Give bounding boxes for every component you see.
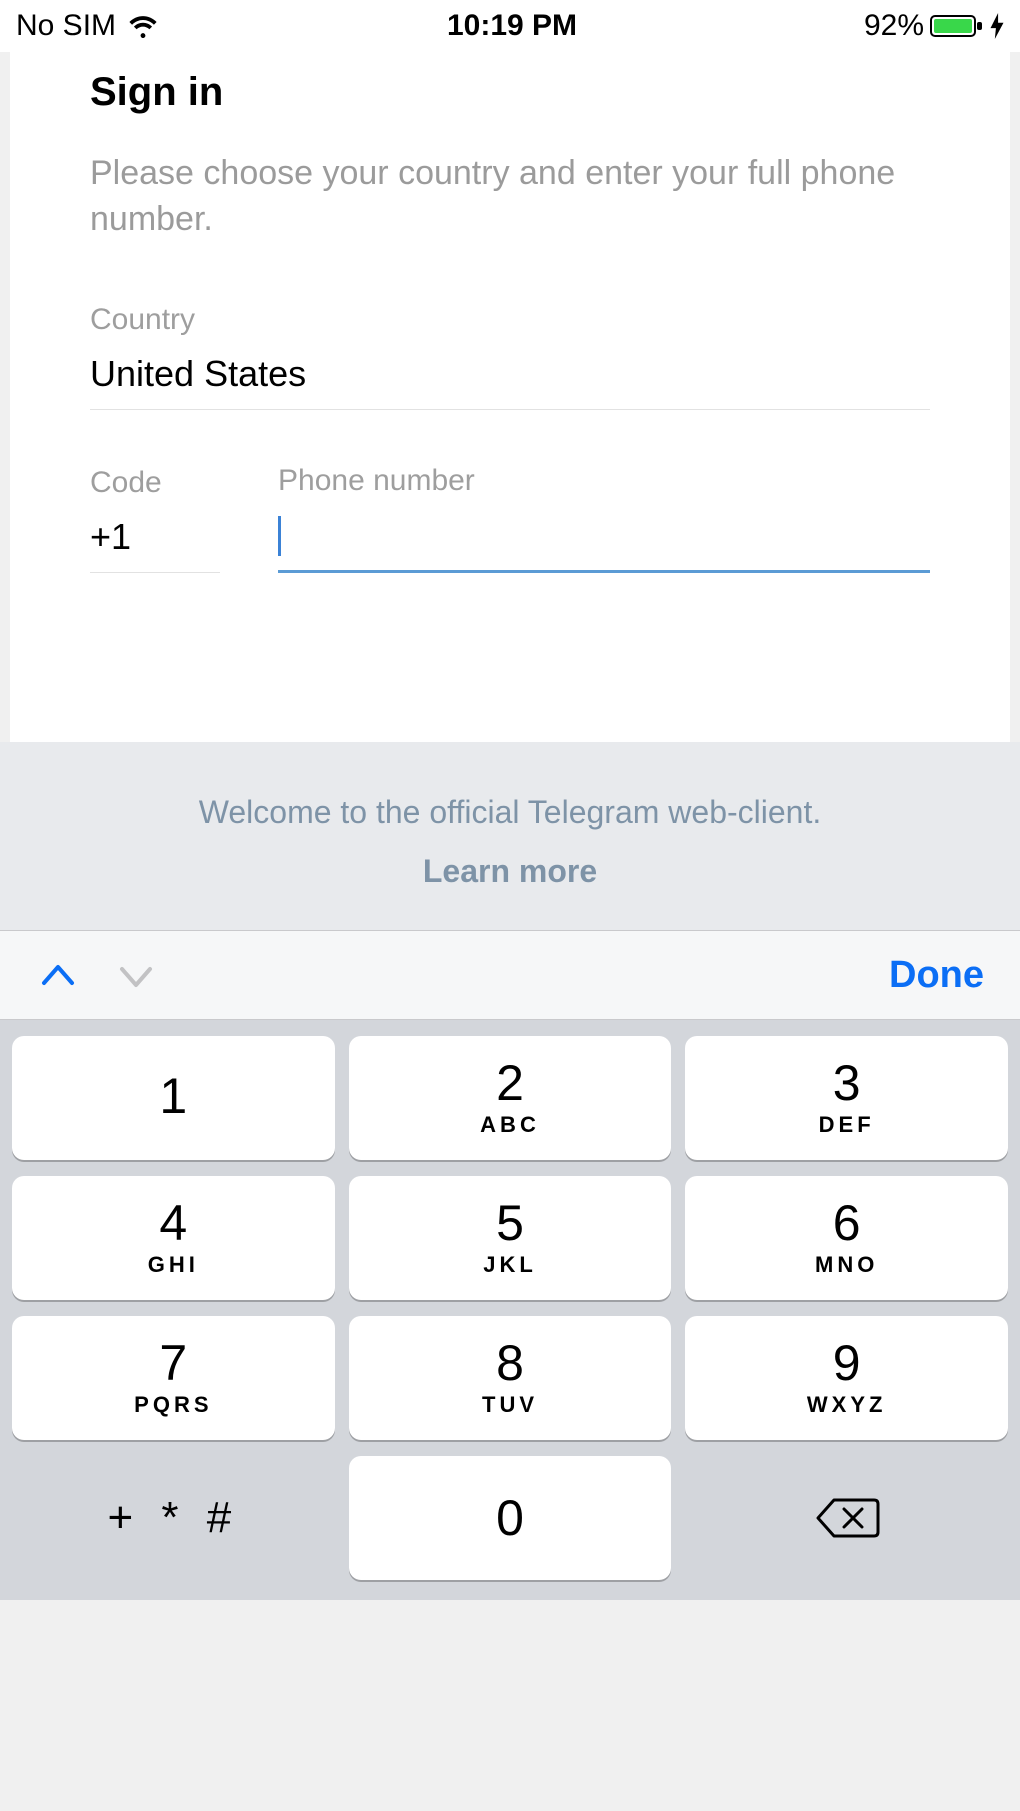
status-left: No SIM	[16, 9, 160, 43]
instructions-text: Please choose your country and enter you…	[90, 151, 930, 243]
keyboard-accessory: Done	[0, 930, 1020, 1020]
country-label: Country	[90, 303, 930, 337]
battery-icon	[930, 13, 984, 39]
code-label: Code	[90, 466, 220, 500]
phone-input[interactable]	[278, 514, 930, 573]
text-cursor	[278, 516, 281, 556]
phone-label: Phone number	[278, 464, 930, 498]
key-8[interactable]: 8TUV	[349, 1316, 672, 1440]
key-1[interactable]: 1	[12, 1036, 335, 1160]
key-backspace[interactable]	[685, 1456, 1008, 1580]
key-5[interactable]: 5JKL	[349, 1176, 672, 1300]
learn-more-link[interactable]: Learn more	[20, 853, 1000, 890]
carrier-text: No SIM	[16, 9, 116, 43]
key-3[interactable]: 3DEF	[685, 1036, 1008, 1160]
charging-icon	[990, 13, 1004, 39]
signin-card: Sign in Please choose your country and e…	[10, 52, 1010, 742]
key-7[interactable]: 7PQRS	[12, 1316, 335, 1440]
status-right: 92%	[864, 9, 1004, 43]
key-symbols[interactable]: + * #	[12, 1456, 335, 1580]
clock: 10:19 PM	[447, 9, 577, 43]
keyboard-done-button[interactable]: Done	[889, 954, 984, 997]
country-value: United States	[90, 353, 930, 409]
numeric-keyboard: 1 2ABC 3DEF 4GHI 5JKL 6MNO 7PQRS 8TUV 9W…	[0, 1020, 1020, 1600]
phone-field: Phone number	[278, 464, 930, 573]
key-4[interactable]: 4GHI	[12, 1176, 335, 1300]
key-9[interactable]: 9WXYZ	[685, 1316, 1008, 1440]
page-title: Sign in	[90, 70, 930, 115]
key-6[interactable]: 6MNO	[685, 1176, 1008, 1300]
battery-percent: 92%	[864, 9, 924, 43]
key-2[interactable]: 2ABC	[349, 1036, 672, 1160]
code-field[interactable]: Code +1	[90, 466, 220, 573]
welcome-footer: Welcome to the official Telegram web-cli…	[0, 742, 1020, 930]
prev-field-button[interactable]	[36, 953, 80, 997]
key-0[interactable]: 0	[349, 1456, 672, 1580]
next-field-button[interactable]	[114, 953, 158, 997]
wifi-icon	[126, 13, 160, 39]
welcome-text: Welcome to the official Telegram web-cli…	[20, 794, 1000, 831]
country-field[interactable]: Country United States	[90, 303, 930, 410]
code-value: +1	[90, 516, 220, 573]
status-bar: No SIM 10:19 PM 92%	[0, 0, 1020, 52]
